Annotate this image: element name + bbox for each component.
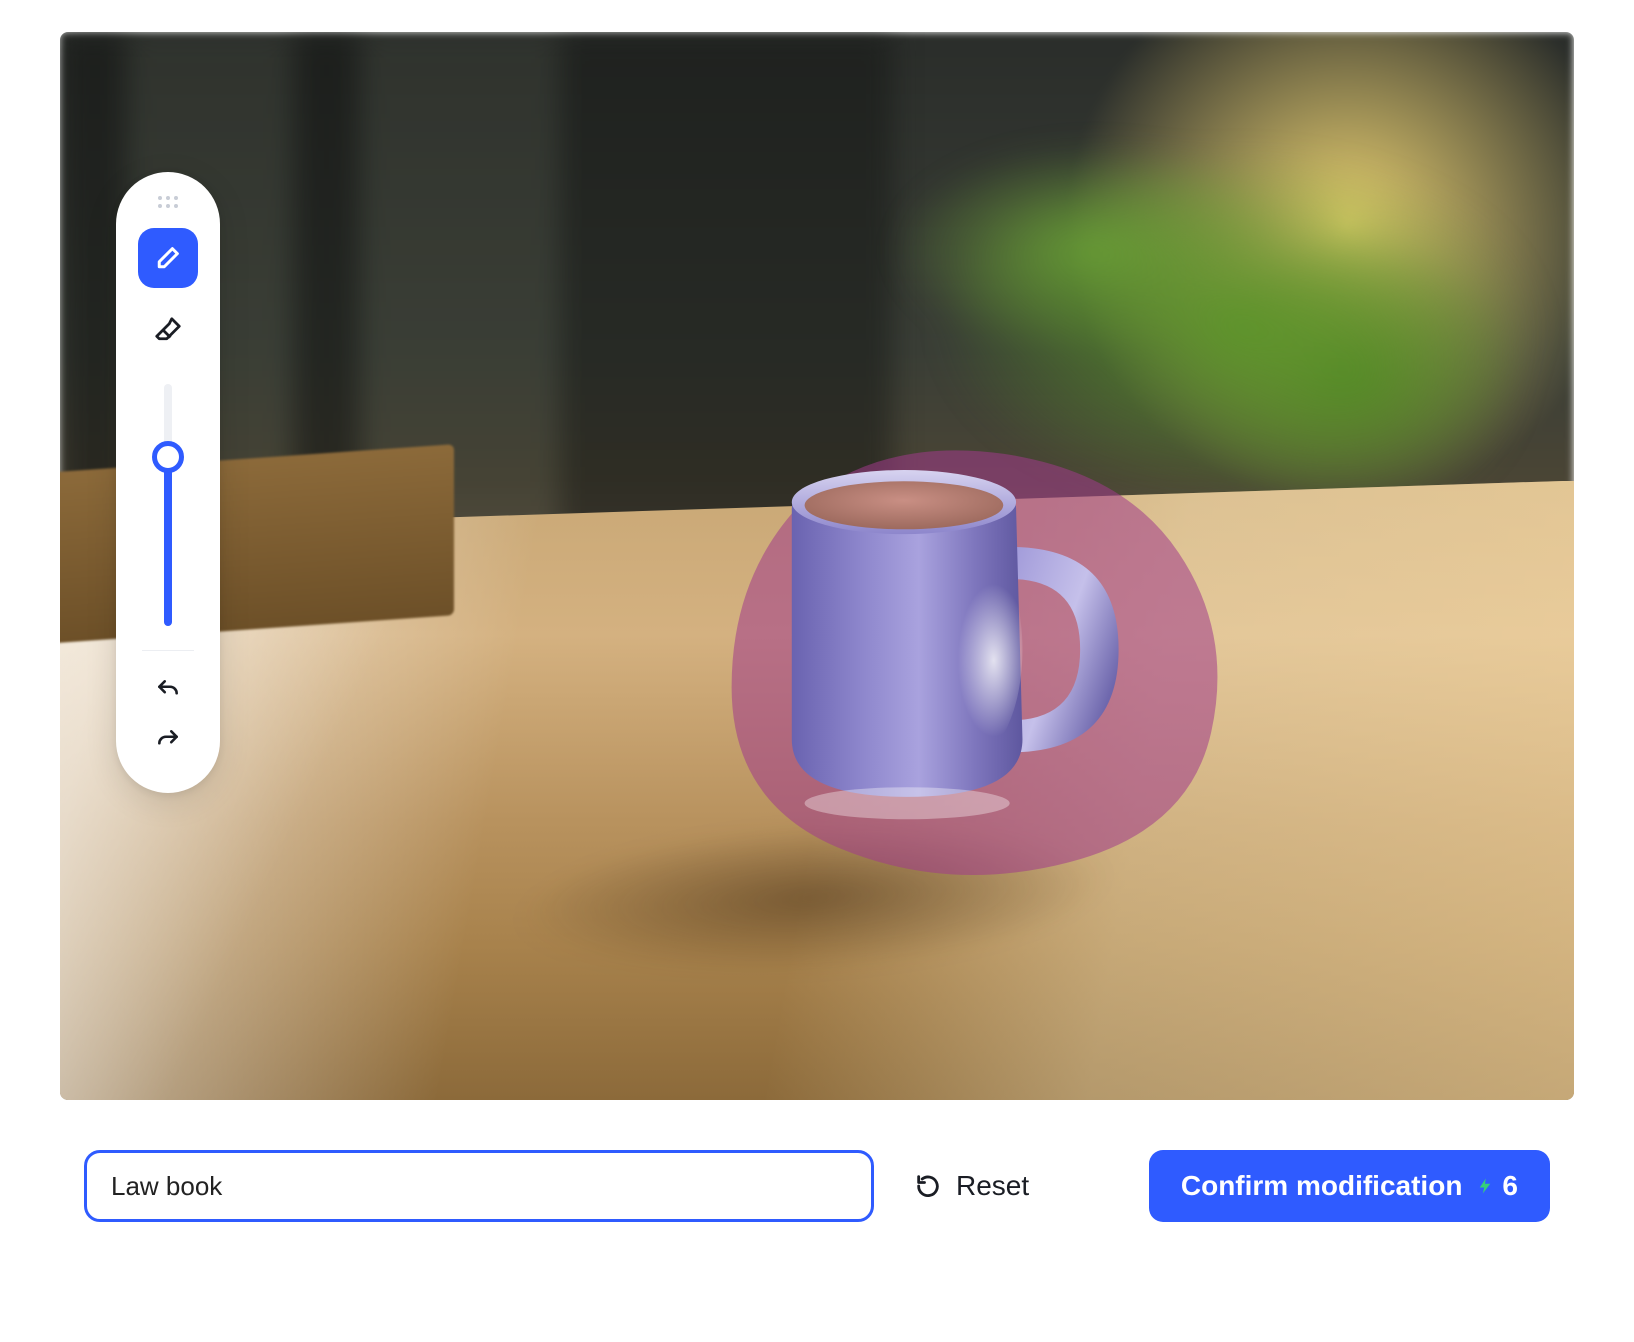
- confirm-modification-button[interactable]: Confirm modification 6: [1149, 1150, 1550, 1222]
- eraser-icon: [153, 315, 183, 345]
- undo-icon: [155, 677, 181, 703]
- redo-button[interactable]: [140, 715, 196, 765]
- reset-label: Reset: [956, 1170, 1029, 1202]
- mug-object: [731, 438, 1147, 822]
- undo-button[interactable]: [140, 665, 196, 715]
- drag-handle-icon[interactable]: [158, 196, 178, 208]
- prompt-input[interactable]: [84, 1150, 874, 1222]
- editor-canvas[interactable]: [60, 32, 1574, 1100]
- bottom-action-bar: Reset Confirm modification 6: [60, 1146, 1574, 1226]
- credit-cost-badge: 6: [1476, 1170, 1518, 1202]
- drawing-toolbar: [116, 172, 220, 793]
- credit-count: 6: [1502, 1170, 1518, 1202]
- brush-tool-button[interactable]: [138, 228, 198, 288]
- reset-icon: [914, 1172, 942, 1200]
- eraser-tool-button[interactable]: [138, 300, 198, 360]
- slider-thumb[interactable]: [152, 441, 184, 473]
- canvas-image: [60, 32, 1574, 1100]
- confirm-label: Confirm modification: [1181, 1170, 1463, 1202]
- reset-button[interactable]: Reset: [914, 1170, 1029, 1202]
- bolt-icon: [1476, 1175, 1494, 1197]
- redo-icon: [155, 727, 181, 753]
- brush-size-slider[interactable]: [146, 372, 190, 642]
- brush-icon: [153, 243, 183, 273]
